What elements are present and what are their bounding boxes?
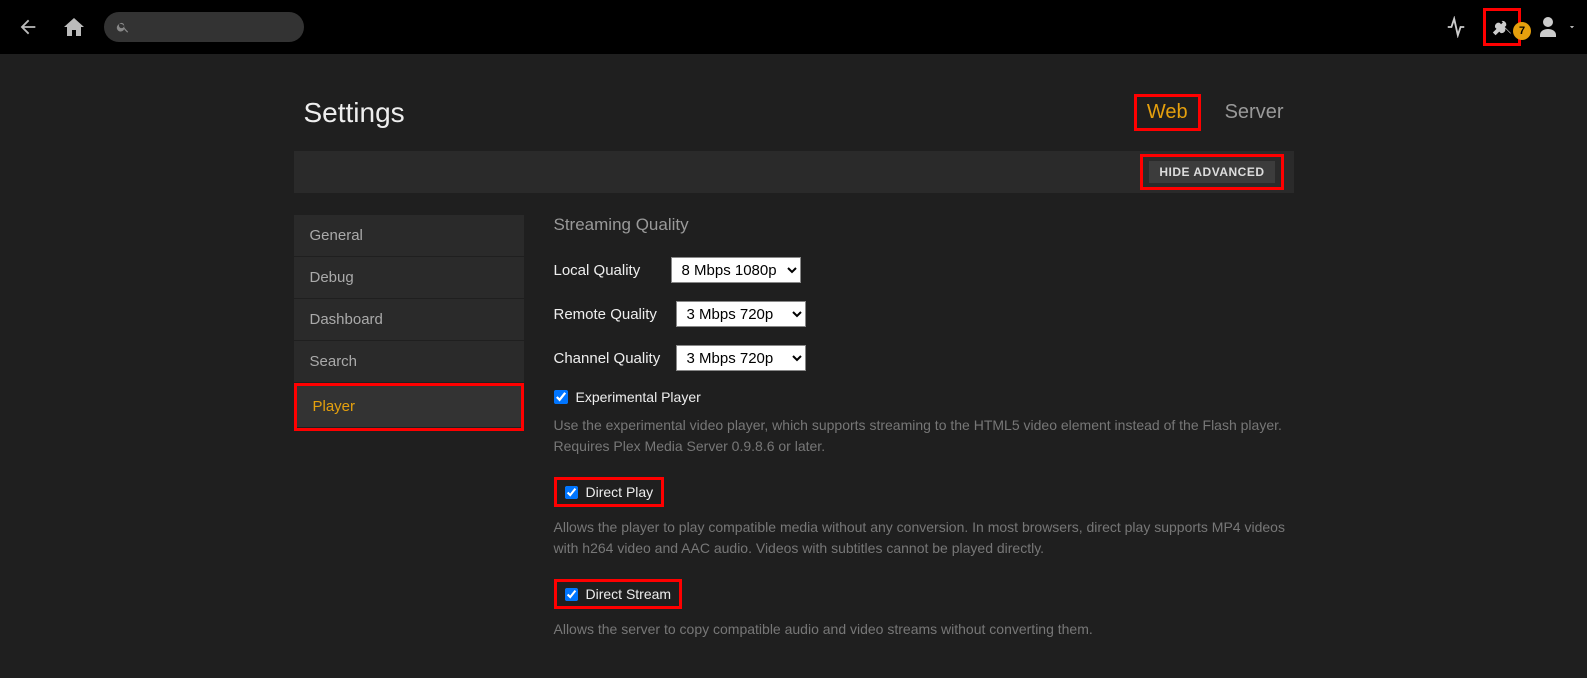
direct-play-checkbox[interactable] — [565, 486, 578, 499]
remote-quality-label: Remote Quality — [554, 306, 664, 323]
home-icon[interactable] — [58, 11, 90, 43]
direct-stream-label: Direct Stream — [586, 586, 672, 602]
channel-quality-label: Channel Quality — [554, 350, 664, 367]
sidebar-item-player[interactable]: Player — [297, 386, 521, 428]
settings-sidebar: General Debug Dashboard Search Player — [294, 215, 524, 431]
player-panel: Streaming Quality Local Quality 8 Mbps 1… — [554, 215, 1294, 660]
experimental-player-label: Experimental Player — [576, 389, 701, 405]
user-icon[interactable] — [1529, 8, 1567, 46]
page-title: Settings — [304, 97, 405, 129]
direct-stream-checkbox[interactable] — [565, 588, 578, 601]
settings-tabs: Web Server — [1134, 94, 1284, 131]
settings-content: Settings Web Server HIDE ADVANCED Genera… — [294, 94, 1294, 660]
advanced-bar: HIDE ADVANCED — [294, 151, 1294, 193]
notification-badge: 7 — [1513, 22, 1531, 40]
channel-quality-select[interactable]: 3 Mbps 720p — [676, 345, 806, 371]
top-bar: 7 — [0, 0, 1587, 54]
tab-web[interactable]: Web — [1134, 94, 1201, 131]
back-icon[interactable] — [12, 11, 44, 43]
sidebar-item-search[interactable]: Search — [294, 341, 524, 383]
experimental-player-help: Use the experimental video player, which… — [554, 415, 1294, 457]
direct-stream-help: Allows the server to copy compatible aud… — [554, 619, 1294, 640]
chevron-down-icon[interactable] — [1567, 19, 1577, 35]
direct-play-label: Direct Play — [586, 484, 654, 500]
tab-server[interactable]: Server — [1225, 101, 1284, 124]
remote-quality-select[interactable]: 3 Mbps 720p — [676, 301, 806, 327]
sidebar-item-dashboard[interactable]: Dashboard — [294, 299, 524, 341]
experimental-player-checkbox[interactable] — [554, 390, 568, 404]
activity-icon[interactable] — [1437, 8, 1475, 46]
local-quality-label: Local Quality — [554, 262, 659, 279]
hide-advanced-button[interactable]: HIDE ADVANCED — [1149, 161, 1274, 183]
sidebar-item-debug[interactable]: Debug — [294, 257, 524, 299]
sidebar-item-general[interactable]: General — [294, 215, 524, 257]
section-title: Streaming Quality — [554, 215, 1294, 235]
search-input[interactable] — [104, 12, 304, 42]
local-quality-select[interactable]: 8 Mbps 1080p — [671, 257, 801, 283]
direct-play-help: Allows the player to play compatible med… — [554, 517, 1294, 559]
